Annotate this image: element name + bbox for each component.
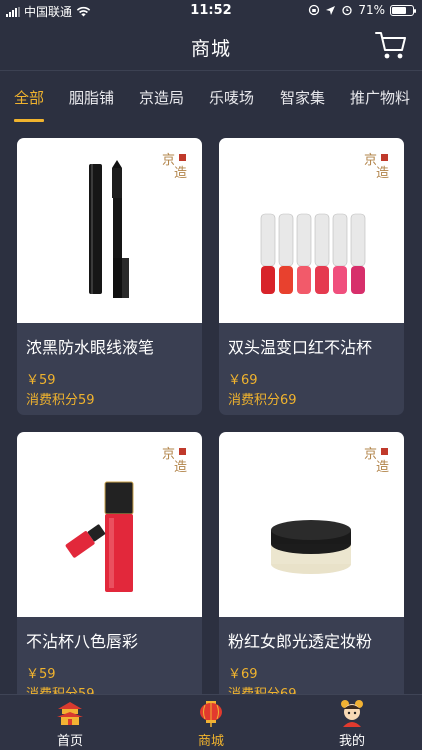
battery-icon <box>390 4 416 16</box>
brand-seal-icon: 京 造 <box>364 153 389 180</box>
status-bar: 中国联通 11:52 71% <box>0 0 422 22</box>
category-tabs: 全部 胭脂铺 京造局 乐唛场 智家集 推广物料 <box>0 70 422 122</box>
product-points: 消费积分59 <box>26 393 95 408</box>
nav-bar: 商城 <box>0 22 422 70</box>
status-right: 71% <box>308 3 416 17</box>
product-price: ￥69 <box>228 667 258 682</box>
svg-text:造: 造 <box>174 460 187 474</box>
tab-smart-home[interactable]: 智家集 <box>280 87 325 108</box>
lock-rotation-icon <box>309 4 320 16</box>
product-grid: 京 造 浓黑防水眼线液笔 ￥59 消费积分59 京 造 双头温变口红不沾杯 ￥6… <box>0 122 422 694</box>
tab-rouge-shop[interactable]: 胭脂铺 <box>69 87 114 108</box>
product-name: 粉红女郎光透定妆粉 <box>228 632 373 651</box>
product-name: 双头温变口红不沾杯 <box>228 338 373 357</box>
tabbar-label: 商城 <box>197 734 224 749</box>
product-card[interactable]: 京 造 浓黑防水眼线液笔 ￥59 消费积分59 <box>17 138 202 415</box>
brand-seal-icon: 京 造 <box>162 153 187 180</box>
page-title: 商城 <box>190 38 231 60</box>
product-name: 浓黑防水眼线液笔 <box>26 338 155 357</box>
product-card[interactable]: 京 造 粉红女郎光透定妆粉 ￥69 消费积分69 <box>219 432 404 694</box>
brand-seal-icon: 京 造 <box>162 447 187 474</box>
svg-text:造: 造 <box>174 166 187 180</box>
cart-icon[interactable] <box>374 28 408 62</box>
tabbar-label: 首页 <box>56 734 83 749</box>
battery-percent: 71% <box>358 3 385 17</box>
product-name: 不沾杯八色唇彩 <box>26 632 139 651</box>
svg-text:造: 造 <box>376 460 389 474</box>
lantern-icon <box>200 701 222 727</box>
bottom-tab-bar: 首页 商城 我的 <box>0 694 422 750</box>
battery-fill <box>392 6 406 14</box>
product-points: 消费积分69 <box>228 393 297 408</box>
tabbar-item-profile[interactable]: 我的 <box>282 695 422 750</box>
product-points: 消费积分69 <box>228 683 297 694</box>
character-icon <box>341 700 363 727</box>
product-price: ￥59 <box>26 667 56 682</box>
alarm-icon <box>342 5 352 16</box>
tabbar-item-mall[interactable]: 商城 <box>141 695 281 750</box>
tab-lemai[interactable]: 乐唛场 <box>209 87 254 108</box>
tabbar-item-home[interactable]: 首页 <box>0 695 140 750</box>
product-points: 消费积分59 <box>26 683 95 694</box>
product-image-lipgloss[interactable]: 京 造 <box>17 432 202 617</box>
product-price: ￥59 <box>26 373 56 388</box>
pagoda-icon <box>57 702 83 725</box>
tab-jingzao[interactable]: 京造局 <box>139 87 184 108</box>
product-image-eyeliner[interactable]: 京 造 <box>17 138 202 323</box>
tabbar-label: 我的 <box>338 734 365 749</box>
product-price: ￥69 <box>228 373 258 388</box>
product-image-powder[interactable]: 京 造 <box>219 432 404 617</box>
svg-text:造: 造 <box>376 166 389 180</box>
tab-promo-materials[interactable]: 推广物料 <box>350 87 410 108</box>
tab-all[interactable]: 全部 <box>14 87 44 108</box>
product-image-lipstick[interactable]: 京 造 <box>219 138 404 323</box>
brand-seal-icon: 京 造 <box>364 447 389 474</box>
product-card[interactable]: 京 造 不沾杯八色唇彩 ￥59 消费积分59 <box>17 432 202 694</box>
product-card[interactable]: 京 造 双头温变口红不沾杯 ￥69 消费积分69 <box>219 138 404 415</box>
location-icon <box>326 5 336 15</box>
